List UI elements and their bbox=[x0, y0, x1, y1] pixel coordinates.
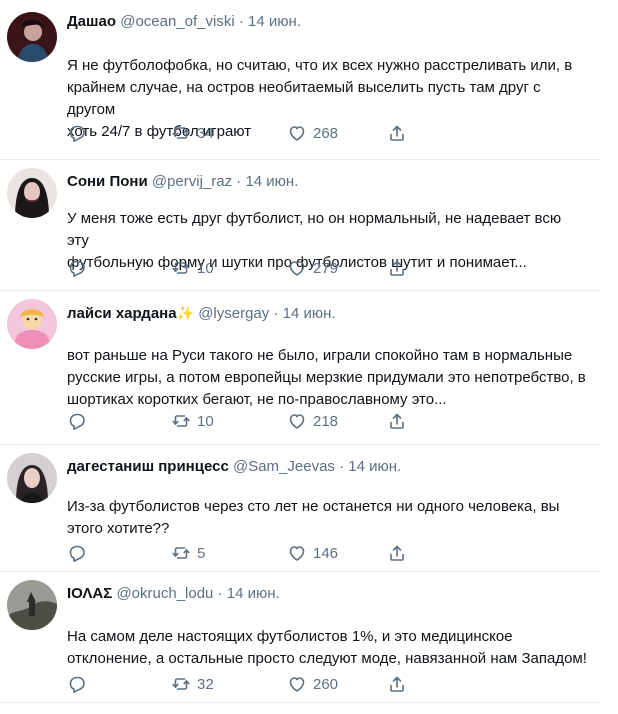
user-handle[interactable]: @pervij_raz bbox=[152, 173, 232, 190]
tweet[interactable]: лайси хардана✨ @lysergay · 14 июн. вот р… bbox=[0, 291, 600, 445]
share-icon bbox=[390, 545, 404, 561]
retweet-count: 10 bbox=[197, 259, 214, 277]
tweet-date[interactable]: 14 июн. bbox=[283, 305, 336, 322]
reply-button[interactable] bbox=[67, 411, 87, 431]
share-icon bbox=[390, 125, 404, 141]
tweet-date[interactable]: 14 июн. bbox=[227, 585, 280, 602]
reply-button[interactable] bbox=[67, 674, 87, 694]
heart-icon bbox=[289, 414, 305, 429]
tweet-text: Из-за футболистов через сто лет не остан… bbox=[67, 498, 560, 537]
tweet[interactable]: ΙΟΛΑΣ @okruch_lodu · 14 июн. На самом де… bbox=[0, 572, 600, 703]
tweet-date[interactable]: 14 июн. bbox=[248, 13, 301, 30]
retweet-icon bbox=[172, 678, 190, 690]
avatar[interactable] bbox=[7, 453, 57, 503]
avatar[interactable] bbox=[7, 12, 57, 62]
share-icon bbox=[390, 260, 404, 276]
retweet-button[interactable]: 32 bbox=[171, 674, 214, 694]
display-name[interactable]: лайси хардана bbox=[67, 305, 177, 322]
like-count: 260 bbox=[313, 675, 339, 693]
tweet-date[interactable]: 14 июн. bbox=[348, 458, 401, 475]
reply-icon bbox=[69, 125, 85, 142]
share-icon bbox=[390, 413, 404, 429]
user-handle[interactable]: @Sam_Jeevas bbox=[233, 458, 335, 475]
retweet-button[interactable]: 34 bbox=[171, 123, 214, 143]
tweet-actions: 5 146 bbox=[67, 543, 587, 563]
retweet-button[interactable]: 5 bbox=[171, 543, 205, 563]
separator-dot: · bbox=[339, 458, 345, 475]
tweet-actions: 10 279 bbox=[67, 258, 587, 278]
tweet-date[interactable]: 14 июн. bbox=[245, 173, 298, 190]
share-button[interactable] bbox=[387, 543, 407, 563]
separator-dot: · bbox=[217, 585, 223, 602]
reply-icon bbox=[69, 676, 85, 694]
user-handle[interactable]: @okruch_lodu bbox=[116, 585, 213, 602]
heart-icon bbox=[289, 677, 305, 692]
retweet-icon bbox=[172, 415, 190, 427]
retweet-icon bbox=[172, 547, 190, 559]
reply-button[interactable] bbox=[67, 543, 87, 563]
tweet[interactable]: дагестаниш принцесс @Sam_Jeevas · 14 июн… bbox=[0, 445, 600, 572]
display-name[interactable]: Дашао bbox=[67, 13, 116, 30]
display-name[interactable]: дагестаниш принцесс bbox=[67, 458, 229, 475]
share-button[interactable] bbox=[387, 123, 407, 143]
retweet-icon bbox=[172, 127, 190, 139]
share-button[interactable] bbox=[387, 411, 407, 431]
like-count: 218 bbox=[313, 412, 339, 430]
reply-button[interactable] bbox=[67, 258, 87, 278]
share-icon bbox=[390, 676, 404, 692]
retweet-count: 5 bbox=[197, 544, 206, 562]
tweet-text: На самом деле настоящих футболистов 1%, … bbox=[67, 628, 587, 667]
heart-icon bbox=[289, 546, 305, 561]
like-button[interactable]: 146 bbox=[287, 543, 338, 563]
like-count: 146 bbox=[313, 544, 339, 562]
reply-icon bbox=[69, 545, 85, 563]
like-button[interactable]: 268 bbox=[287, 123, 338, 143]
retweet-count: 10 bbox=[197, 412, 214, 430]
like-count: 268 bbox=[313, 124, 339, 142]
display-name[interactable]: Сони Пони bbox=[67, 173, 148, 190]
user-handle[interactable]: @lysergay bbox=[198, 305, 269, 322]
avatar[interactable] bbox=[7, 299, 57, 349]
tweet-text: вот раньше на Руси такого не было, играл… bbox=[67, 347, 586, 408]
display-name[interactable]: ΙΟΛΑΣ bbox=[67, 585, 112, 602]
separator-dot: · bbox=[273, 305, 279, 322]
sparkles-emoji: ✨ bbox=[176, 305, 195, 321]
like-button[interactable]: 218 bbox=[287, 411, 338, 431]
user-handle[interactable]: @ocean_of_viski bbox=[120, 13, 234, 30]
tweet-actions: 34 268 bbox=[67, 123, 587, 143]
separator-dot: · bbox=[236, 173, 242, 190]
tweet[interactable]: Дашао @ocean_of_viski · 14 июн. Я не фут… bbox=[0, 0, 600, 160]
avatar[interactable] bbox=[7, 168, 57, 218]
like-count: 279 bbox=[313, 259, 339, 277]
like-button[interactable]: 260 bbox=[287, 674, 338, 694]
heart-icon bbox=[289, 126, 305, 141]
tweet-actions: 10 218 bbox=[67, 411, 587, 431]
avatar[interactable] bbox=[7, 580, 57, 630]
heart-icon bbox=[289, 261, 305, 276]
tweet-actions: 32 260 bbox=[67, 674, 587, 694]
tweet[interactable]: Сони Пони @pervij_raz · 14 июн. У меня т… bbox=[0, 160, 600, 291]
retweet-count: 34 bbox=[197, 124, 214, 142]
separator-dot: · bbox=[238, 13, 244, 30]
retweet-count: 32 bbox=[197, 675, 214, 693]
reply-icon bbox=[69, 413, 85, 431]
like-button[interactable]: 279 bbox=[287, 258, 338, 278]
retweet-button[interactable]: 10 bbox=[171, 411, 214, 431]
reply-button[interactable] bbox=[67, 123, 87, 143]
reply-icon bbox=[69, 260, 85, 278]
share-button[interactable] bbox=[387, 674, 407, 694]
retweet-icon bbox=[172, 262, 190, 274]
share-button[interactable] bbox=[387, 258, 407, 278]
retweet-button[interactable]: 10 bbox=[171, 258, 214, 278]
